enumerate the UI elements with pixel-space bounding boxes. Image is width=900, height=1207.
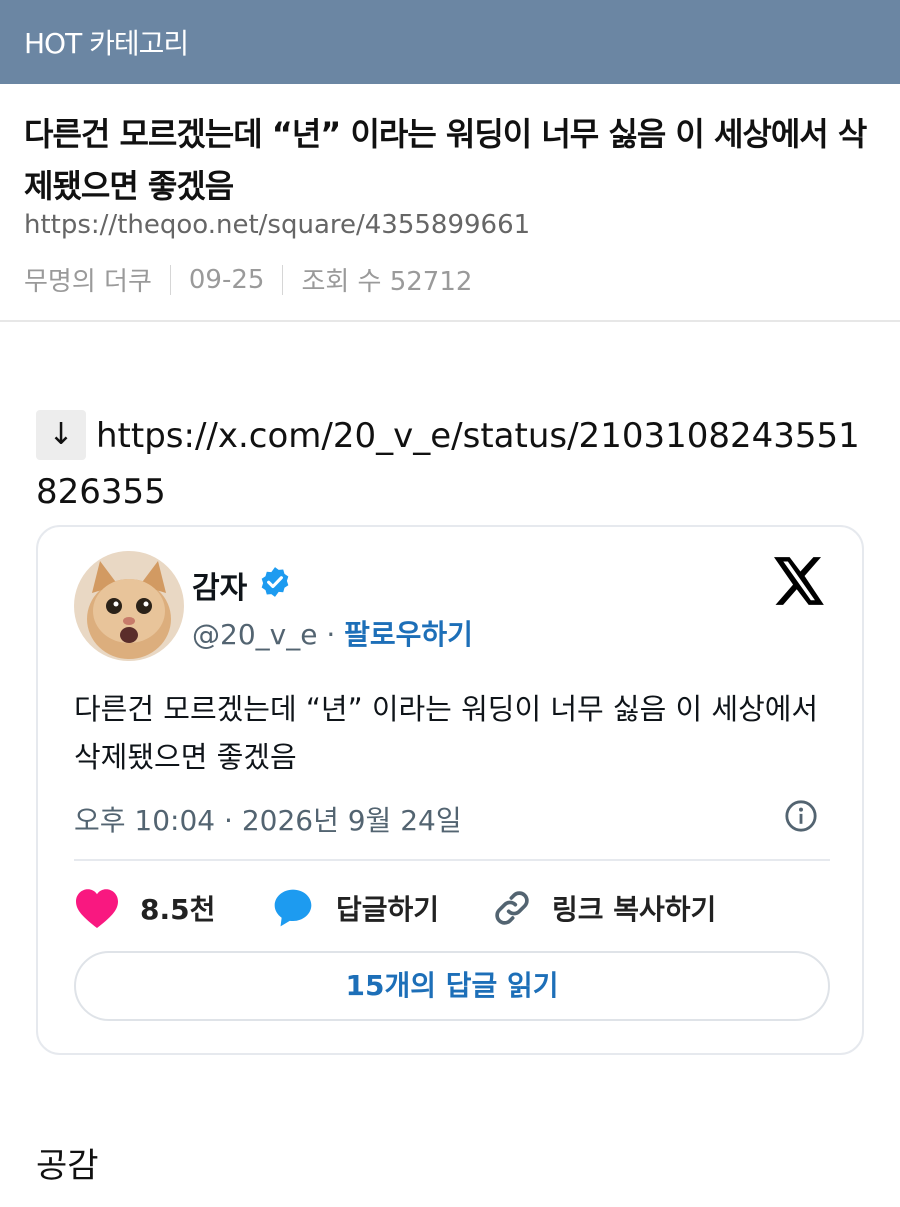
meta-divider (282, 264, 284, 295)
header-bar: HOT 카테고리 (0, 0, 900, 84)
meta-divider (169, 264, 171, 295)
link-icon (495, 891, 529, 925)
section-divider (0, 320, 900, 322)
reply-button[interactable]: 답글하기 (270, 885, 439, 931)
follow-button[interactable]: 팔로우하기 (344, 618, 473, 651)
heart-icon (76, 889, 118, 929)
embedded-link: ↓ https://x.com/20_v_e/status/21031082435… (36, 408, 876, 520)
tweet-handle[interactable]: @20_v_e (192, 618, 317, 651)
like-section-label[interactable]: 공감 (36, 1138, 99, 1187)
handle-separator: · (317, 618, 345, 651)
tweet-link[interactable]: https://x.com/20_v_e/status/210310824355… (36, 416, 860, 512)
tweet-handle-line: @20_v_e · 팔로우하기 (192, 613, 473, 653)
read-replies-button[interactable]: 15개의 답글 읽기 (74, 951, 830, 1021)
post-author: 무명의 더쿠 (24, 267, 152, 297)
copy-link-button[interactable]: 링크 복사하기 (492, 885, 716, 931)
tweet-divider (74, 859, 830, 861)
verified-badge-icon (261, 567, 289, 597)
post-meta: 무명의 더쿠 09-25 조회 수 52712 (24, 261, 472, 298)
post-url[interactable]: https://theqoo.net/square/4355899661 (24, 210, 530, 240)
down-arrow-icon: ↓ (36, 410, 86, 460)
tweet-card[interactable]: 감자 @20_v_e · 팔로우하기 다른건 모르겠는데 “년” 이라는 워딩이… (36, 525, 864, 1055)
like-button[interactable]: 8.5천 (74, 885, 215, 931)
tweet-timestamp[interactable]: 오후 10:04 · 2026년 9월 24일 (74, 799, 462, 839)
post-views: 조회 수 52712 (301, 267, 473, 297)
tweet-text: 다른건 모르겠는데 “년” 이라는 워딩이 너무 싫음 이 세상에서 삭제됐으면… (74, 692, 819, 774)
avatar[interactable] (74, 551, 184, 661)
post-title: 다른건 모르겠는데 “년” 이라는 워딩이 너무 싫음 이 세상에서 삭제됐으면… (24, 115, 867, 205)
reply-label: 답글하기 (336, 893, 440, 926)
post-date: 09-25 (188, 264, 265, 295)
speech-bubble-icon (274, 889, 312, 927)
like-count: 8.5천 (140, 893, 216, 926)
info-icon[interactable] (784, 799, 818, 833)
category-label[interactable]: HOT 카테고리 (24, 22, 189, 62)
tweet-author-name[interactable]: 감자 (192, 563, 247, 607)
x-logo-icon[interactable] (774, 557, 826, 605)
copy-link-label: 링크 복사하기 (552, 893, 717, 926)
